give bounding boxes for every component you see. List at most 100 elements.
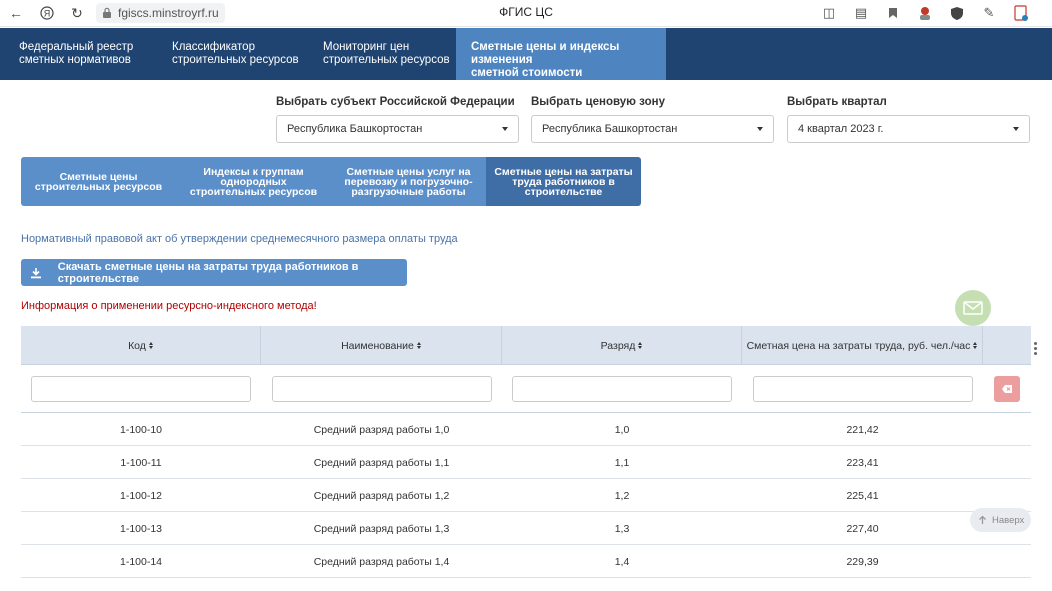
tab-label: однородных (220, 175, 287, 188)
shield-icon[interactable] (948, 4, 966, 22)
cell-name: Средний разряд работы 1,0 (313, 423, 450, 436)
info-warning-link[interactable]: Информация о применении ресурсно-индексн… (21, 300, 317, 312)
zone-dropdown[interactable]: Республика Башкортостан (531, 115, 774, 143)
back-to-top-button[interactable]: Наверх (970, 508, 1031, 532)
cell-grade: 1,2 (614, 489, 630, 502)
nav-item-federal-registry[interactable]: Федеральный реестр сметных нормативов (0, 28, 152, 80)
name-filter-input[interactable] (271, 375, 492, 402)
tab-label: строительных ресурсов (34, 180, 163, 193)
tab-label: Индексы к группам (203, 165, 304, 178)
cell-name: Средний разряд работы 1,2 (313, 489, 450, 502)
region-value: Республика Башкортостан (287, 123, 423, 135)
extensions-icon[interactable]: ✎ (980, 4, 998, 22)
lock-icon (103, 7, 111, 18)
address-bar[interactable]: fgiscs.minstroyrf.ru (96, 3, 225, 23)
tab-label: строительстве (524, 185, 603, 198)
download-icon (25, 259, 47, 286)
zone-selector: Выбрать ценовую зону Республика Башкорто… (531, 96, 774, 143)
reload-icon[interactable]: ↻ (68, 4, 86, 22)
cell-price: 221,42 (846, 423, 879, 436)
cell-code: 1-100-11 (120, 456, 162, 469)
cell-code: 1-100-10 (119, 423, 163, 436)
quarter-value: 4 квартал 2023 г. (798, 123, 884, 135)
mail-icon[interactable] (955, 290, 991, 326)
npa-link[interactable]: Нормативный правовой акт об утверждении … (21, 233, 458, 245)
cell-name: Средний разряд работы 1,4 (313, 555, 450, 568)
sort-icon (638, 342, 643, 349)
tab-transport-services[interactable]: Сметные цены услуг на перевозку и погруз… (331, 157, 486, 206)
filter-row (21, 365, 1031, 413)
pdf-extension-icon[interactable] (1012, 4, 1030, 22)
region-selector: Выбрать субъект Российской Федерации Рес… (276, 96, 519, 143)
nav-item-label: строительных ресурсов (172, 54, 299, 66)
tab-resource-prices[interactable]: Сметные цены строительных ресурсов (21, 157, 176, 206)
nav-item-price-monitoring[interactable]: Мониторинг цен строительных ресурсов (303, 28, 456, 80)
cell-price: 229,39 (846, 555, 879, 568)
sort-icon (973, 342, 978, 349)
tab-label: строительных ресурсов (189, 185, 318, 198)
nav-item-label: сметных нормативов (19, 54, 131, 66)
main-navigation: Федеральный реестр сметных нормативов Кл… (0, 28, 1052, 92)
table-header: Код Наименование Разряд Сметная цена на … (21, 326, 1031, 365)
yandex-icon[interactable]: Я (38, 4, 56, 22)
clear-filters-button[interactable] (994, 375, 1020, 402)
cell-price: 227,40 (846, 522, 879, 535)
quarter-dropdown[interactable]: 4 квартал 2023 г. (787, 115, 1030, 143)
cell-code: 1-100-14 (119, 555, 163, 568)
tab-group-indices[interactable]: Индексы к группам однородных строительны… (176, 157, 331, 206)
tab-labor-costs[interactable]: Сметные цены на затраты труда работников… (486, 157, 641, 206)
nav-item-label: строительных ресурсов (323, 54, 450, 66)
sort-icon (416, 342, 421, 349)
tab-label: разгрузочные работы (351, 185, 466, 198)
nav-item-label: Сметные цены и индексы изменения (471, 41, 620, 66)
column-header-grade[interactable]: Разряд (502, 326, 742, 365)
cell-grade: 1,1 (614, 456, 630, 469)
table-row[interactable]: 1-100-13 Средний разряд работы 1,3 1,3 2… (21, 512, 1031, 545)
table-row[interactable]: 1-100-10 Средний разряд работы 1,0 1,0 2… (21, 413, 1031, 446)
column-header-actions (983, 326, 1031, 365)
headphones-icon[interactable]: ◫ (820, 4, 838, 22)
url-text: fgiscs.minstroyrf.ru (118, 6, 219, 20)
cell-name: Средний разряд работы 1,3 (313, 522, 450, 535)
code-filter-input[interactable] (31, 375, 251, 402)
bookmark-icon[interactable] (884, 4, 902, 22)
column-header-label: Сметная цена на затраты труда, руб. чел.… (746, 339, 971, 352)
zone-label: Выбрать ценовую зону (531, 96, 665, 108)
column-header-code[interactable]: Код (21, 326, 261, 365)
nav-item-label: Мониторинг цен (323, 41, 410, 53)
nav-item-label: Федеральный реестр (19, 41, 134, 53)
zone-value: Республика Башкортостан (542, 123, 678, 135)
browser-toolbar: ← Я ↻ fgiscs.minstroyrf.ru ФГИС ЦС ◫ ▤ ✎ (0, 0, 1052, 27)
chevron-down-icon (1013, 127, 1019, 131)
back-arrow-icon[interactable]: ← (7, 4, 25, 22)
download-button[interactable]: Скачать сметные цены на затраты труда ра… (21, 259, 407, 286)
cell-grade: 1,3 (614, 522, 630, 535)
extension-avatar-icon[interactable] (916, 4, 934, 22)
tab-label: Сметные цены услуг на (346, 165, 471, 178)
price-filter-input[interactable] (752, 375, 973, 402)
tab-label: перевозку и погрузочно- (344, 175, 473, 188)
grade-filter-input[interactable] (512, 375, 732, 402)
column-header-name[interactable]: Наименование (261, 326, 502, 365)
nav-item-label: Классификатор (172, 41, 255, 53)
region-dropdown[interactable]: Республика Башкортостан (276, 115, 519, 143)
column-menu-icon[interactable] (1032, 342, 1038, 355)
svg-text:Я: Я (44, 9, 51, 19)
chevron-down-icon (757, 127, 763, 131)
back-to-top-label: Наверх (992, 514, 1025, 526)
column-header-price[interactable]: Сметная цена на затраты труда, руб. чел.… (742, 326, 983, 365)
cell-price: 223,41 (846, 456, 879, 469)
table-row[interactable]: 1-100-12 Средний разряд работы 1,2 1,2 2… (21, 479, 1031, 512)
table-row[interactable]: 1-100-11 Средний разряд работы 1,1 1,1 2… (21, 446, 1031, 479)
nav-item-estimate-prices[interactable]: Сметные цены и индексы изменения сметной… (456, 28, 666, 92)
cell-price: 225,41 (846, 489, 879, 502)
chevron-down-icon (502, 127, 508, 131)
column-header-label: Код (128, 339, 146, 352)
table-row[interactable]: 1-100-14 Средний разряд работы 1,4 1,4 2… (21, 545, 1031, 578)
sort-icon (148, 342, 153, 349)
nav-item-label: сметной стоимости строительства (471, 67, 583, 92)
nav-item-classifier[interactable]: Классификатор строительных ресурсов (152, 28, 303, 80)
reader-icon[interactable]: ▤ (852, 4, 870, 22)
region-label: Выбрать субъект Российской Федерации (276, 96, 515, 108)
tab-label: труда работников в (512, 175, 615, 188)
